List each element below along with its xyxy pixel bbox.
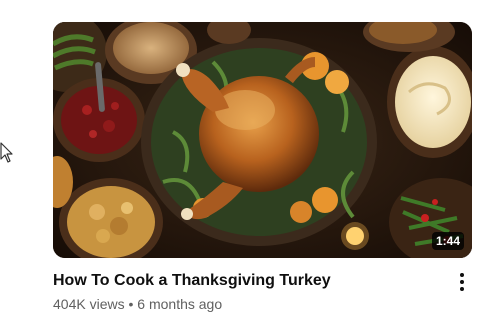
mouse-pointer-icon xyxy=(0,142,13,163)
video-stats: 404K views • 6 months ago xyxy=(53,294,442,314)
video-card[interactable]: 1:44 How To Cook a Thanksgiving Turkey 4… xyxy=(53,22,472,314)
video-meta: How To Cook a Thanksgiving Turkey 404K v… xyxy=(53,270,472,314)
more-vertical-icon[interactable] xyxy=(452,270,472,294)
menu-dot xyxy=(460,287,464,291)
thumbnail-image xyxy=(53,22,472,258)
video-title[interactable]: How To Cook a Thanksgiving Turkey xyxy=(53,270,442,292)
menu-dot xyxy=(460,280,464,284)
meta-separator: • xyxy=(128,296,134,312)
menu-dot xyxy=(460,273,464,277)
view-count: 404K views xyxy=(53,296,125,312)
upload-age: 6 months ago xyxy=(137,296,223,312)
duration-badge: 1:44 xyxy=(431,232,464,250)
video-thumbnail[interactable]: 1:44 xyxy=(53,22,472,258)
